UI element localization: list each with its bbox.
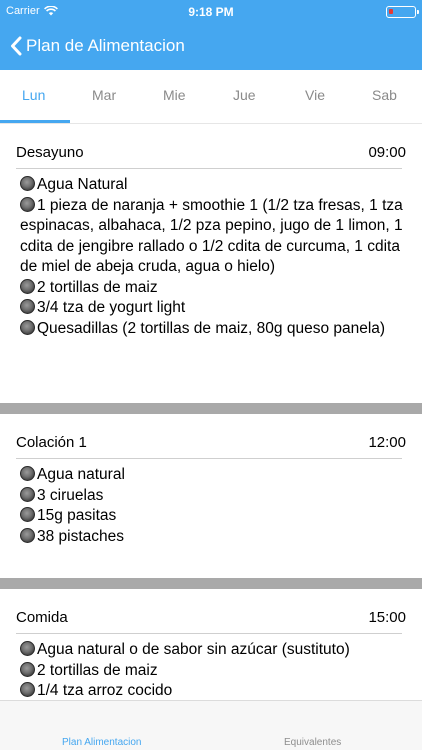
bullet-icon (20, 641, 35, 656)
tab-vie[interactable]: Vie (305, 87, 325, 103)
app-header: Carrier 9:18 PM Plan de Alimentacion (0, 0, 422, 70)
list-item: 2 tortillas de maiz (20, 661, 406, 682)
list-item: Quesadillas (2 tortillas de maiz, 80g qu… (20, 319, 406, 340)
bullet-icon (20, 196, 35, 212)
meal-items: Agua natural o de sabor sin azúcar (sust… (16, 634, 406, 700)
bullet-icon (20, 466, 35, 481)
meal-header: Colación 1 12:00 (16, 414, 406, 458)
meal-section-comida: Comida 15:00 Agua natural o de sabor sin… (0, 589, 422, 700)
tab-plan-alimentacion[interactable]: Plan Alimentacion (62, 737, 142, 748)
list-item: 3/4 tza de yogurt light (20, 298, 406, 319)
list-item: 38 pistaches (20, 527, 406, 548)
tab-sab[interactable]: Sab (372, 87, 397, 103)
meal-header: Desayuno 09:00 (16, 124, 406, 168)
list-item: 3 ciruelas (20, 486, 406, 507)
battery-icon (386, 6, 419, 18)
day-tabs: Lun Mar Mie Jue Vie Sab (0, 70, 422, 124)
status-bar: Carrier 9:18 PM (0, 0, 422, 24)
bullet-icon (20, 299, 35, 314)
nav-title: Plan de Alimentacion (26, 36, 185, 55)
back-button[interactable]: Plan de Alimentacion (0, 36, 185, 56)
bullet-icon (20, 176, 35, 191)
bullet-icon (20, 319, 35, 335)
meal-plan-list[interactable]: Desayuno 09:00 Agua Natural 1 pieza de n… (0, 124, 422, 700)
meal-time: 15:00 (368, 609, 406, 626)
tab-equivalentes[interactable]: Equivalentes (284, 737, 341, 748)
active-tab-indicator (0, 120, 70, 123)
meal-items: Agua natural 3 ciruelas 15g pasitas 38 p… (16, 459, 406, 578)
list-item: Agua natural (20, 465, 406, 486)
navigation-bar: Plan de Alimentacion (0, 28, 422, 64)
meal-header: Comida 15:00 (16, 589, 406, 633)
tab-mie[interactable]: Mie (163, 87, 186, 103)
list-item: 1 pieza de naranja + smoothie 1 (1/2 tza… (20, 196, 403, 275)
bullet-icon (20, 661, 35, 677)
bullet-icon (20, 682, 35, 697)
meal-name: Colación 1 (16, 434, 87, 451)
bullet-icon (20, 486, 35, 502)
list-item: 15g pasitas (20, 506, 406, 527)
section-separator (0, 403, 422, 414)
section-separator (0, 578, 422, 589)
meal-time: 09:00 (368, 144, 406, 161)
bottom-tab-bar: Plan Alimentacion Equivalentes (0, 700, 422, 750)
meal-time: 12:00 (368, 434, 406, 451)
chevron-left-icon (11, 36, 22, 56)
meal-name: Comida (16, 609, 68, 626)
list-item: Agua Natural (20, 175, 406, 196)
tab-lun[interactable]: Lun (22, 87, 45, 103)
meal-items: Agua Natural 1 pieza de naranja + smooth… (16, 169, 406, 403)
tab-jue[interactable]: Jue (233, 87, 256, 103)
bullet-icon (20, 278, 35, 294)
meal-section-colacion: Colación 1 12:00 Agua natural 3 ciruelas… (0, 414, 422, 578)
meal-name: Desayuno (16, 144, 84, 161)
meal-section-desayuno: Desayuno 09:00 Agua Natural 1 pieza de n… (0, 124, 422, 403)
list-item: 1/4 tza arroz cocido (20, 681, 406, 700)
tab-mar[interactable]: Mar (92, 87, 116, 103)
status-time: 9:18 PM (188, 5, 234, 19)
bullet-icon (20, 527, 35, 543)
list-item: 2 tortillas de maiz (20, 278, 406, 299)
list-item: Agua natural o de sabor sin azúcar (sust… (20, 640, 406, 661)
bullet-icon (20, 507, 35, 522)
